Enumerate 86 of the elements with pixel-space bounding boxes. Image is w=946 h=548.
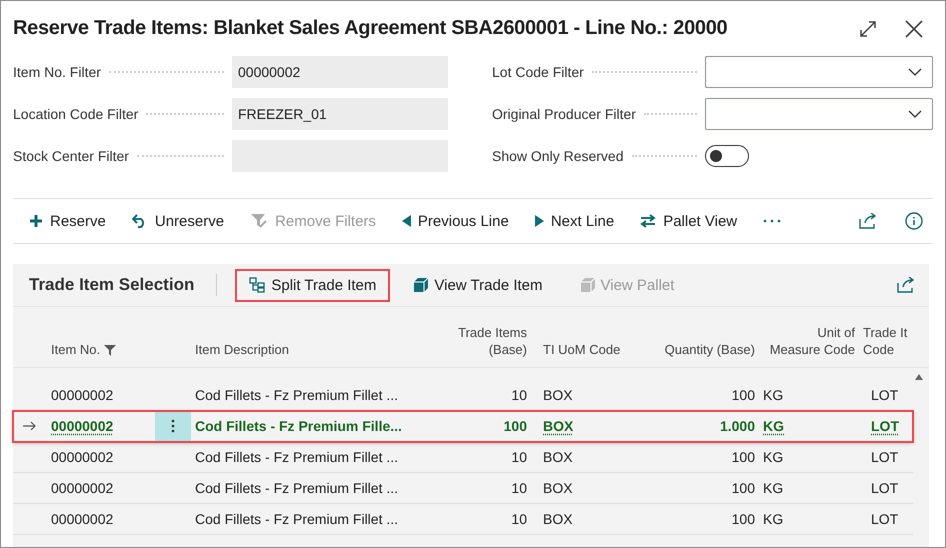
- column-header[interactable]: Item Description: [195, 342, 289, 359]
- unit-cell: KG: [763, 387, 784, 403]
- share-icon[interactable]: [859, 213, 877, 229]
- split-boxes-icon: [249, 277, 266, 293]
- trade-items-cell: 10: [511, 480, 527, 496]
- scroll-up-icon[interactable]: [915, 374, 923, 380]
- funnel-icon: [250, 213, 268, 229]
- input-field[interactable]: FREEZER_01: [232, 98, 448, 130]
- quantity-cell: 100: [732, 387, 755, 403]
- column-header[interactable]: TI UoM Code: [543, 342, 620, 359]
- toolbar-button[interactable]: Reserve: [25, 208, 110, 234]
- item-description-cell: Cod Fillets - Fz Premium Fillet ...: [195, 511, 398, 527]
- chevron-down-icon: [908, 110, 922, 118]
- table-row[interactable]: 00000002 Cod Fillets - Fz Premium Fillet ... 10 BOX 100 KG LOT: [13, 473, 913, 504]
- window-title: Reserve Trade Items: Blanket Sales Agreement SBA2600001 - Line No.: 20000: [13, 17, 728, 40]
- uom-code-cell: BOX: [543, 418, 574, 434]
- trade-items-cell: 10: [511, 511, 527, 527]
- table-row[interactable]: 00000002 Cod Fillets - Fz Premium Fillet ... 10 BOX 100 KG LOT: [13, 504, 913, 535]
- table-row[interactable]: 00000002 Cod Fillets - Fz Premium Fille... 100 BOX 1.000 KG LOT: [13, 411, 913, 442]
- input-field[interactable]: 00000002: [232, 56, 448, 88]
- trade-items-cell: 10: [511, 449, 527, 465]
- cube-icon: [580, 278, 594, 292]
- uom-code-cell: BOX: [543, 480, 573, 496]
- column-header[interactable]: Quantity (Base): [664, 342, 755, 359]
- filter-label: Show Only Reserved: [492, 148, 624, 164]
- unit-cell: KG: [763, 449, 784, 465]
- toolbar-button[interactable]: Previous Line: [398, 208, 513, 234]
- action-button[interactable]: Split Trade Item: [235, 268, 390, 302]
- unit-cell: KG: [763, 418, 784, 434]
- filter-label: Stock Center Filter: [13, 148, 129, 164]
- item-description-cell: Cod Fillets - Fz Premium Fillet ...: [195, 449, 398, 465]
- toolbar-button[interactable]: Unreserve: [128, 208, 228, 234]
- trade-item-code-cell: LOT: [871, 387, 898, 403]
- item-description-cell: Cod Fillets - Fz Premium Fille...: [195, 418, 402, 434]
- toggle-switch[interactable]: [705, 145, 749, 167]
- filter-label: Original Producer Filter: [492, 106, 636, 122]
- toolbar-button[interactable]: Pallet View: [636, 208, 742, 234]
- trade-item-code-cell: LOT: [871, 418, 899, 434]
- trade-item-code-cell: LOT: [871, 511, 898, 527]
- item-number-cell: 00000002: [51, 480, 114, 496]
- dropdown-field[interactable]: [705, 56, 933, 88]
- swap-arrows-icon: [640, 214, 656, 228]
- trade-items-cell: 10: [511, 387, 527, 403]
- quantity-cell: 100: [732, 511, 755, 527]
- chevron-down-icon: [908, 68, 922, 76]
- unit-cell: KG: [763, 480, 784, 496]
- item-description-cell: Cod Fillets - Fz Premium Fillet ...: [195, 387, 398, 403]
- item-description-cell: Cod Fillets - Fz Premium Fillet ...: [195, 480, 398, 496]
- table-row[interactable]: 00000002 Cod Fillets - Fz Premium Fillet ... 10 BOX 100 KG LOT: [13, 442, 913, 473]
- item-number-cell: 00000002: [51, 449, 114, 465]
- column-header[interactable]: Item No.: [51, 342, 100, 359]
- filter-label: Item No. Filter: [13, 64, 101, 80]
- cube-icon: [414, 278, 428, 292]
- left-triangle-icon: [402, 215, 411, 227]
- share-icon[interactable]: [897, 277, 915, 293]
- close-icon[interactable]: [905, 20, 923, 38]
- toolbar-button[interactable]: Next Line: [530, 208, 618, 234]
- kebab-menu-icon[interactable]: [171, 419, 175, 433]
- section-title: Trade Item Selection: [29, 275, 194, 295]
- column-header[interactable]: Trade Items (Base): [458, 325, 527, 359]
- item-number-cell: 00000002: [51, 418, 114, 434]
- action-button[interactable]: View Trade Item: [400, 268, 556, 302]
- item-number-cell: 00000002: [51, 387, 114, 403]
- trade-item-code-cell: LOT: [871, 480, 898, 496]
- dropdown-field[interactable]: [705, 98, 933, 130]
- current-row-arrow-icon: [23, 421, 37, 431]
- filter-label: Location Code Filter: [13, 106, 138, 122]
- trade-item-code-cell: LOT: [871, 449, 898, 465]
- info-icon[interactable]: [905, 212, 923, 230]
- plus-icon: [29, 214, 43, 228]
- quantity-cell: 100: [732, 449, 755, 465]
- table-row[interactable]: 00000002 Cod Fillets - Fz Premium Fillet ... 10 BOX 100 KG LOT: [13, 380, 913, 411]
- trade-items-cell: 100: [504, 418, 527, 434]
- more-options-icon[interactable]: [763, 219, 782, 223]
- unit-cell: KG: [763, 511, 784, 527]
- uom-code-cell: BOX: [543, 511, 573, 527]
- right-triangle-icon: [534, 215, 544, 227]
- column-header[interactable]: Unit of Measure Code: [770, 325, 855, 359]
- expand-icon[interactable]: [859, 20, 877, 38]
- item-number-cell: 00000002: [51, 511, 114, 527]
- uom-code-cell: BOX: [543, 387, 573, 403]
- column-header[interactable]: Trade It Code: [863, 325, 908, 359]
- quantity-cell: 100: [732, 480, 755, 496]
- uom-code-cell: BOX: [543, 449, 573, 465]
- filter-label: Lot Code Filter: [492, 64, 584, 80]
- quantity-cell: 1.000: [720, 418, 755, 434]
